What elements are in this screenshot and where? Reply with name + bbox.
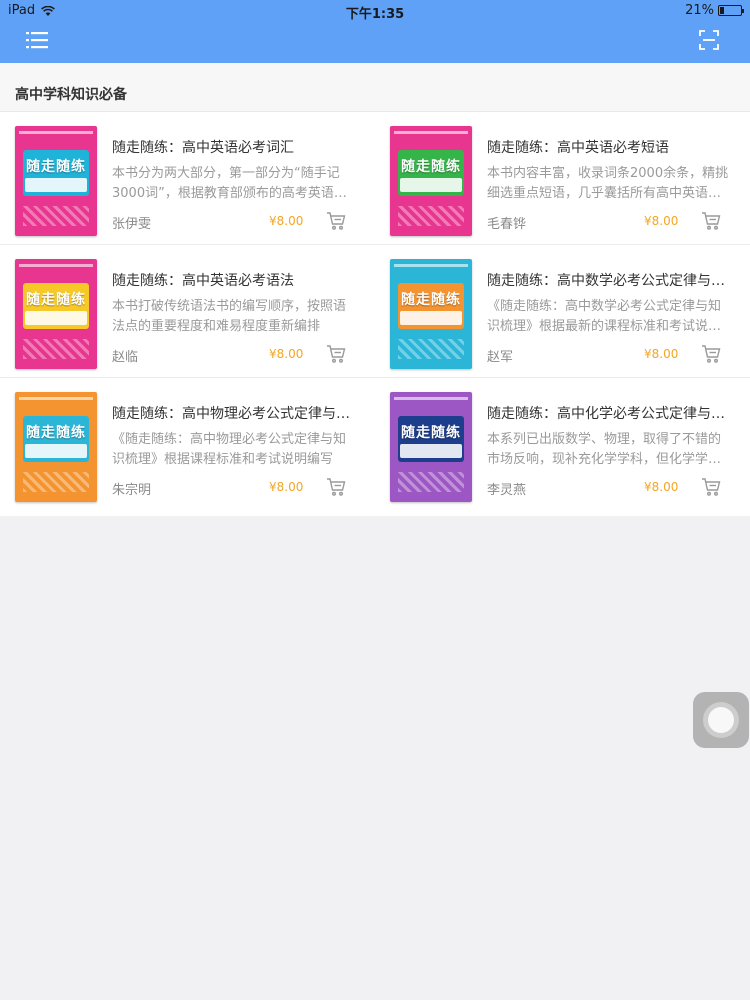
scan-button[interactable] (695, 29, 723, 55)
cover-title: 随走随练 (26, 425, 86, 441)
book-title[interactable]: 随走随练：高中化学必考公式定律与知识梳理 (487, 403, 737, 423)
cover-title: 随走随练 (401, 159, 461, 175)
add-to-cart-button[interactable] (701, 477, 721, 497)
book-author: 赵临 (112, 350, 139, 365)
book-cover[interactable]: 随走随练 (390, 126, 472, 236)
book-title[interactable]: 随走随练：高中数学必考公式定律与知识梳理 (487, 270, 737, 290)
cover-pattern (23, 339, 89, 359)
book-price: ¥8.00 (269, 480, 304, 494)
book-price: ¥8.00 (644, 214, 679, 228)
cover-title: 随走随练 (401, 292, 461, 308)
add-to-cart-button[interactable] (326, 477, 346, 497)
status-bar: iPad 下午1:35 21% (0, 0, 750, 22)
book-author: 李灵燕 (487, 483, 527, 498)
book-description: 本书内容丰富，收录词条2000余条，精挑细选重点短语，几乎囊括所有高中英语短语 (487, 166, 729, 201)
cover-subtitle-strip (25, 178, 87, 192)
cover-pattern (23, 206, 89, 226)
cover-topline (394, 264, 468, 267)
book-title[interactable]: 随走随练：高中英语必考词汇 (112, 137, 362, 157)
cart-icon (701, 478, 721, 501)
book-price: ¥8.00 (644, 347, 679, 361)
book-cover[interactable]: 随走随练 (15, 392, 97, 502)
cover-pattern (23, 472, 89, 492)
book-cover[interactable]: 随走随练 (390, 392, 472, 502)
battery-fill (720, 7, 724, 14)
status-right: 21% (685, 3, 744, 18)
cover-title: 随走随练 (26, 292, 86, 308)
book-price: ¥8.00 (269, 214, 304, 228)
book-description: 本书打破传统语法书的编写顺序，按照语法点的重要程度和难易程度重新编排 (112, 299, 347, 334)
book-description: 本系列已出版数学、物理，取得了不错的市场反响，现补充化学学科，但化学学科特点 (487, 432, 722, 467)
book-author: 朱宗明 (112, 483, 152, 498)
section-title: 高中学科知识必备 (15, 87, 127, 103)
cover-topline (19, 264, 93, 267)
cover-title: 随走随练 (26, 159, 86, 175)
book-cover[interactable]: 随走随练 (15, 259, 97, 369)
add-to-cart-button[interactable] (326, 211, 346, 231)
battery-percent: 21% (685, 3, 714, 18)
cart-icon (701, 212, 721, 235)
book-row: 随走随练 随走随练：高中物理必考公式定律与知识梳理 《随走随练：高中物理必考公式… (0, 378, 750, 511)
list-menu-icon (26, 31, 48, 53)
assistive-touch-core (708, 707, 734, 733)
cover-pattern (398, 472, 464, 492)
cover-subtitle-strip (25, 444, 87, 458)
book-item[interactable]: 随走随练 随走随练：高中英语必考短语 本书内容丰富，收录词条2000余条，精挑细… (375, 112, 750, 245)
book-item[interactable]: 随走随练 随走随练：高中英语必考词汇 本书分为两大部分，第一部分为“随手记300… (0, 112, 375, 245)
book-title[interactable]: 随走随练：高中英语必考语法 (112, 270, 362, 290)
add-to-cart-button[interactable] (701, 211, 721, 231)
book-author: 张伊雯 (112, 217, 152, 232)
book-price: ¥8.00 (644, 480, 679, 494)
book-cover[interactable]: 随走随练 (390, 259, 472, 369)
cover-topline (19, 397, 93, 400)
menu-button[interactable] (23, 29, 51, 55)
cover-topline (394, 397, 468, 400)
book-title[interactable]: 随走随练：高中物理必考公式定律与知识梳理 (112, 403, 362, 423)
book-item[interactable]: 随走随练 随走随练：高中数学必考公式定律与知识梳理 《随走随练：高中数学必考公式… (375, 245, 750, 378)
cover-subtitle-strip (25, 311, 87, 325)
book-cover[interactable]: 随走随练 (15, 126, 97, 236)
cover-title: 随走随练 (401, 425, 461, 441)
nav-bar (0, 22, 750, 63)
status-time: 下午1:35 (345, 7, 405, 22)
scan-icon (699, 30, 719, 54)
cover-subtitle-strip (400, 178, 462, 192)
book-title[interactable]: 随走随练：高中英语必考短语 (487, 137, 737, 157)
book-description: 《随走随练：高中物理必考公式定律与知识梳理》根据课程标准和考试说明编写 (112, 432, 347, 467)
cover-pattern (398, 339, 464, 359)
assistive-touch-button[interactable] (693, 692, 749, 748)
cart-icon (326, 345, 346, 368)
cover-subtitle-strip (400, 311, 462, 325)
book-price: ¥8.00 (269, 347, 304, 361)
book-item[interactable]: 随走随练 随走随练：高中英语必考语法 本书打破传统语法书的编写顺序，按照语法点的… (0, 245, 375, 378)
add-to-cart-button[interactable] (701, 344, 721, 364)
section-header: 高中学科知识必备 (0, 63, 750, 111)
book-item[interactable]: 随走随练 随走随练：高中物理必考公式定律与知识梳理 《随走随练：高中物理必考公式… (0, 378, 375, 511)
book-list: 随走随练 随走随练：高中英语必考词汇 本书分为两大部分，第一部分为“随手记300… (0, 111, 750, 516)
book-item[interactable]: 随走随练 随走随练：高中化学必考公式定律与知识梳理 本系列已出版数学、物理，取得… (375, 378, 750, 511)
battery-icon (718, 5, 744, 16)
book-description: 本书分为两大部分，第一部分为“随手记3000词”，根据教育部颁布的高考英语考试大… (112, 166, 347, 201)
add-to-cart-button[interactable] (326, 344, 346, 364)
book-description: 《随走随练：高中数学必考公式定律与知识梳理》根据最新的课程标准和考试说明编写 (487, 299, 722, 334)
cart-icon (701, 345, 721, 368)
book-author: 赵军 (487, 350, 514, 365)
book-row: 随走随练 随走随练：高中英语必考词汇 本书分为两大部分，第一部分为“随手记300… (0, 112, 750, 245)
cover-subtitle-strip (400, 444, 462, 458)
cart-icon (326, 212, 346, 235)
cover-topline (19, 131, 93, 134)
cart-icon (326, 478, 346, 501)
book-author: 毛春铧 (487, 217, 527, 232)
cover-topline (394, 131, 468, 134)
book-row: 随走随练 随走随练：高中英语必考语法 本书打破传统语法书的编写顺序，按照语法点的… (0, 245, 750, 378)
cover-pattern (398, 206, 464, 226)
